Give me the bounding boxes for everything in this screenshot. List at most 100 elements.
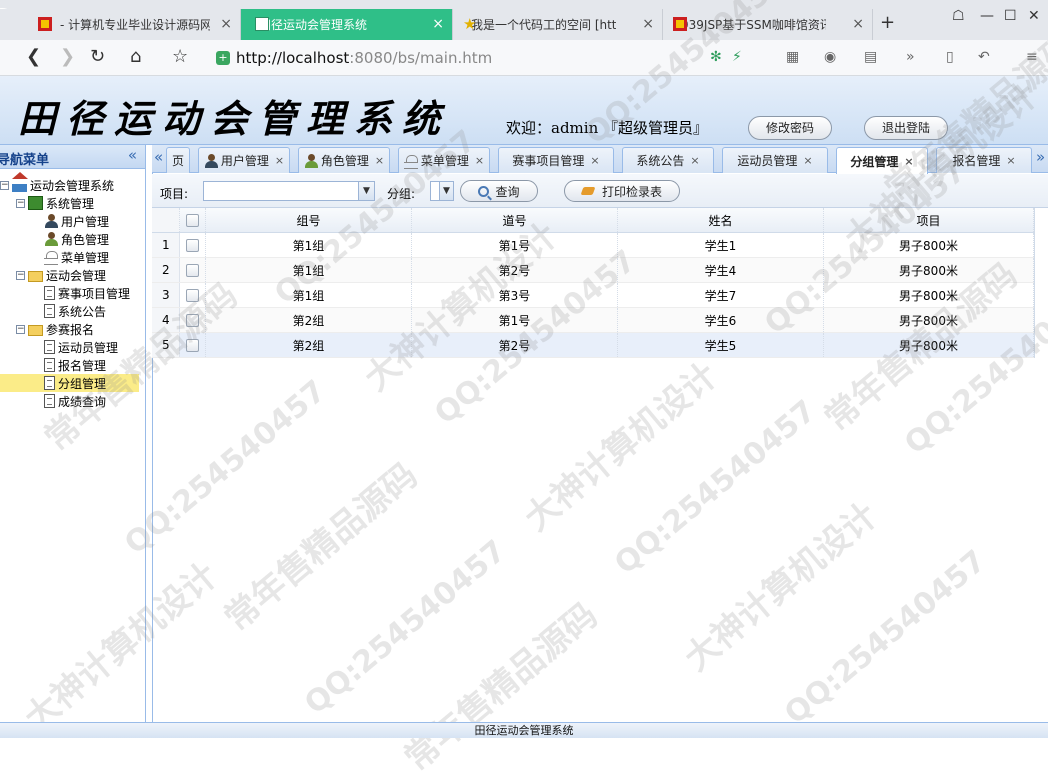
star-favicon-icon: ★: [463, 15, 477, 33]
close-tab-icon[interactable]: ×: [375, 154, 384, 167]
column-header-event[interactable]: 项目: [824, 208, 1034, 232]
close-tab-icon[interactable]: ×: [642, 16, 654, 32]
project-select[interactable]: ▼: [203, 181, 375, 201]
chevron-down-icon[interactable]: ▼: [358, 182, 374, 200]
scroll-left-icon[interactable]: «: [154, 148, 163, 166]
close-tab-icon[interactable]: ×: [904, 155, 913, 168]
close-tab-icon[interactable]: ×: [432, 16, 444, 32]
tree-item-label: 赛事项目管理: [58, 286, 131, 301]
forward-icon[interactable]: ❯: [60, 46, 75, 67]
column-header-name[interactable]: 姓名: [618, 208, 824, 232]
close-tab-icon[interactable]: ×: [852, 16, 864, 32]
table-row[interactable]: 3 第1组 第3号 学生7 男子800米: [152, 283, 1034, 308]
print-checkin-button[interactable]: 打印检录表: [564, 180, 680, 202]
tree-item-roles[interactable]: 角色管理: [44, 230, 110, 248]
browser-tab-3[interactable]: 939JSP基于SSM咖啡馆资讯 ×: [663, 9, 873, 40]
content-tab-notices[interactable]: 系统公告 ×: [622, 147, 714, 173]
skin-icon[interactable]: ☖: [952, 8, 965, 24]
close-tab-icon[interactable]: ×: [803, 154, 812, 167]
tree-item-registration[interactable]: − 参赛报名: [16, 320, 95, 338]
row-check-cell: [180, 283, 206, 307]
content-tab-menus[interactable]: 菜单管理 ×: [398, 147, 490, 173]
close-tab-icon[interactable]: ×: [220, 16, 232, 32]
tree-toggle-icon[interactable]: −: [16, 270, 25, 280]
reader-icon[interactable]: ▤: [864, 49, 877, 65]
mobile-icon[interactable]: ▯: [946, 49, 954, 65]
close-window-icon[interactable]: ✕: [1028, 8, 1040, 24]
row-checkbox[interactable]: [186, 263, 199, 277]
maximize-icon[interactable]: ☐: [1004, 8, 1017, 24]
back-icon[interactable]: ❮: [26, 46, 41, 67]
column-header-group[interactable]: 组号: [206, 208, 412, 232]
tree-item-athletes[interactable]: 运动员管理: [44, 338, 119, 356]
tree-item-root[interactable]: − 运动会管理系统: [0, 172, 115, 194]
row-checkbox[interactable]: [186, 338, 199, 352]
tree-toggle-icon[interactable]: −: [16, 198, 25, 208]
content-tab-grouping[interactable]: 分组管理 ×: [836, 147, 928, 174]
table-row[interactable]: 2 第1组 第2号 学生4 男子800米: [152, 258, 1034, 283]
close-tab-icon[interactable]: ×: [690, 154, 699, 167]
column-header-lane[interactable]: 道号: [412, 208, 618, 232]
close-tab-icon[interactable]: ×: [1006, 154, 1015, 167]
tree-item-scores[interactable]: 成绩查询: [44, 392, 107, 410]
group-select[interactable]: ▼: [430, 181, 454, 201]
extension-icon[interactable]: ✻: [710, 49, 722, 65]
logout-button[interactable]: 退出登陆: [864, 116, 948, 140]
row-checkbox[interactable]: [186, 288, 199, 302]
close-tab-icon[interactable]: ×: [275, 154, 284, 167]
close-tab-icon[interactable]: ×: [475, 154, 484, 167]
more-extensions-icon[interactable]: »: [906, 49, 915, 65]
tree-item-meet[interactable]: − 运动会管理: [16, 266, 107, 284]
home-icon[interactable]: ⌂: [130, 46, 141, 67]
secure-plus-icon: +: [216, 51, 230, 65]
tree-toggle-icon[interactable]: −: [0, 180, 9, 190]
collapse-left-icon[interactable]: «: [128, 146, 137, 164]
content-tab-roles[interactable]: 角色管理 ×: [298, 147, 390, 173]
tree-item-events[interactable]: 赛事项目管理: [44, 284, 131, 302]
tree-item-users[interactable]: 用户管理: [44, 212, 110, 230]
content-tab-events[interactable]: 赛事项目管理 ×: [498, 147, 614, 173]
minimize-icon[interactable]: —: [980, 8, 994, 24]
new-tab-button[interactable]: +: [880, 12, 895, 33]
tree-item-grouping[interactable]: 分组管理: [0, 374, 139, 392]
cell-group: 第2组: [206, 333, 412, 357]
browser-tab-2[interactable]: ★ 我是一个代码工的空间 [htt ×: [453, 9, 663, 40]
row-checkbox[interactable]: [186, 313, 199, 327]
content-tab-signup[interactable]: 报名管理 ×: [936, 147, 1032, 173]
content-tab-athletes[interactable]: 运动员管理 ×: [722, 147, 828, 173]
scroll-right-icon[interactable]: »: [1036, 148, 1045, 166]
content-tab-label: 页: [171, 154, 184, 168]
search-button[interactable]: 查询: [460, 180, 538, 202]
tree-toggle-icon[interactable]: −: [16, 324, 25, 334]
row-checkbox[interactable]: [186, 238, 199, 252]
translate-icon[interactable]: ◉: [824, 49, 836, 65]
select-all-checkbox[interactable]: [186, 213, 199, 227]
red-flag-favicon-icon: [673, 17, 687, 31]
cell-event: 男子800米: [824, 283, 1034, 307]
close-tab-icon[interactable]: ×: [590, 154, 599, 167]
chevron-down-icon[interactable]: ▼: [439, 182, 453, 200]
undo-icon[interactable]: ↶: [978, 49, 990, 65]
table-row[interactable]: 1 第1组 第1号 学生1 男子800米: [152, 233, 1034, 258]
row-check-cell: [180, 258, 206, 282]
table-row[interactable]: 5 第2组 第2号 学生5 男子800米: [152, 333, 1034, 358]
bookmark-star-icon[interactable]: ☆: [172, 46, 188, 67]
role-icon: [44, 232, 58, 246]
tree-item-system[interactable]: − 系统管理: [16, 194, 95, 212]
change-password-button[interactable]: 修改密码: [748, 116, 832, 140]
url-input[interactable]: + http://localhost :8080/bs/main.htm: [206, 45, 706, 71]
tree-item-signup[interactable]: 报名管理: [44, 356, 107, 374]
tree-item-menus[interactable]: 菜单管理: [44, 248, 110, 266]
browser-tab-0[interactable]: - 计算机专业毕业设计源码网 ×: [0, 9, 241, 40]
browser-tab-1[interactable]: 田径运动会管理系统 ×: [241, 9, 453, 40]
menu-hamburger-icon[interactable]: ≡: [1026, 49, 1038, 65]
table-row[interactable]: 4 第2组 第1号 学生6 男子800米: [152, 308, 1034, 333]
cell-event: 男子800米: [824, 233, 1034, 257]
reload-icon[interactable]: ↻: [90, 46, 105, 67]
lightning-icon[interactable]: ⚡: [732, 49, 742, 65]
content-tab-users[interactable]: 用户管理 ×: [198, 147, 290, 173]
content-tab-home[interactable]: 页: [166, 147, 190, 173]
apps-icon[interactable]: ▦: [786, 49, 799, 65]
tree-item-notices[interactable]: 系统公告: [44, 302, 107, 320]
tree-item-label: 参赛报名: [46, 322, 95, 337]
